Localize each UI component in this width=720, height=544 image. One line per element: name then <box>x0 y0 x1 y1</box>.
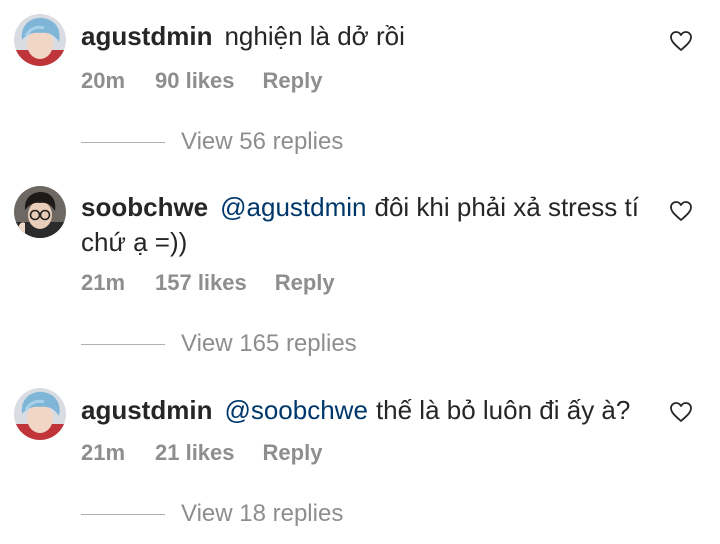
heart-icon[interactable] <box>669 200 693 222</box>
comment-username[interactable]: agustdmin <box>81 395 212 425</box>
comment-body: thế là bỏ luôn đi ấy à? <box>375 395 631 425</box>
comment-username[interactable]: soobchwe <box>81 192 208 222</box>
likes-count[interactable]: 21 likes <box>155 440 235 466</box>
comment-body: nghiện là dở rồi <box>224 21 405 51</box>
avatar[interactable] <box>14 388 66 440</box>
view-replies-label: View 56 replies <box>181 128 344 155</box>
comment-username[interactable]: agustdmin <box>81 21 212 51</box>
comment-time: 21m <box>81 440 126 465</box>
reply-button[interactable]: Reply <box>275 270 335 296</box>
reply-button[interactable]: Reply <box>263 68 323 94</box>
avatar-glasses-icon <box>14 186 66 238</box>
comment-meta: 21m 21 likes Reply <box>81 440 322 466</box>
heart-icon[interactable] <box>669 30 693 52</box>
avatar-blue-hair-icon <box>14 388 66 440</box>
avatar[interactable] <box>14 14 66 66</box>
divider <box>81 141 165 143</box>
view-replies-button[interactable]: View 18 replies <box>81 499 343 529</box>
likes-count[interactable]: 157 likes <box>155 270 247 296</box>
comment-text: soobchwe @agustdmin đôi khi phải xả stress… <box>81 190 666 260</box>
view-replies-label: View 165 replies <box>181 330 357 357</box>
comment-time: 20m <box>81 68 126 93</box>
divider <box>81 513 165 515</box>
likes-count[interactable]: 90 likes <box>155 68 235 94</box>
mention-link[interactable]: @soobchwe <box>224 395 367 425</box>
view-replies-button[interactable]: View 56 replies <box>81 127 343 157</box>
comment-text: agustdmin @soobchwe thế là bỏ luôn đi ấy à… <box>81 393 666 428</box>
heart-icon[interactable] <box>669 401 693 423</box>
comment-text: agustdmin nghiện là dở rồi <box>81 19 666 54</box>
mention-link[interactable]: @agustdmin <box>220 192 366 222</box>
divider <box>81 343 165 345</box>
avatar-blue-hair-icon <box>14 14 66 66</box>
view-replies-label: View 18 replies <box>181 500 344 527</box>
comment-time: 21m <box>81 270 126 295</box>
view-replies-button[interactable]: View 165 replies <box>81 329 357 359</box>
comment-meta: 21m 157 likes Reply <box>81 270 335 296</box>
avatar[interactable] <box>14 186 66 238</box>
reply-button[interactable]: Reply <box>263 440 323 466</box>
comment-meta: 20m 90 likes Reply <box>81 68 322 94</box>
